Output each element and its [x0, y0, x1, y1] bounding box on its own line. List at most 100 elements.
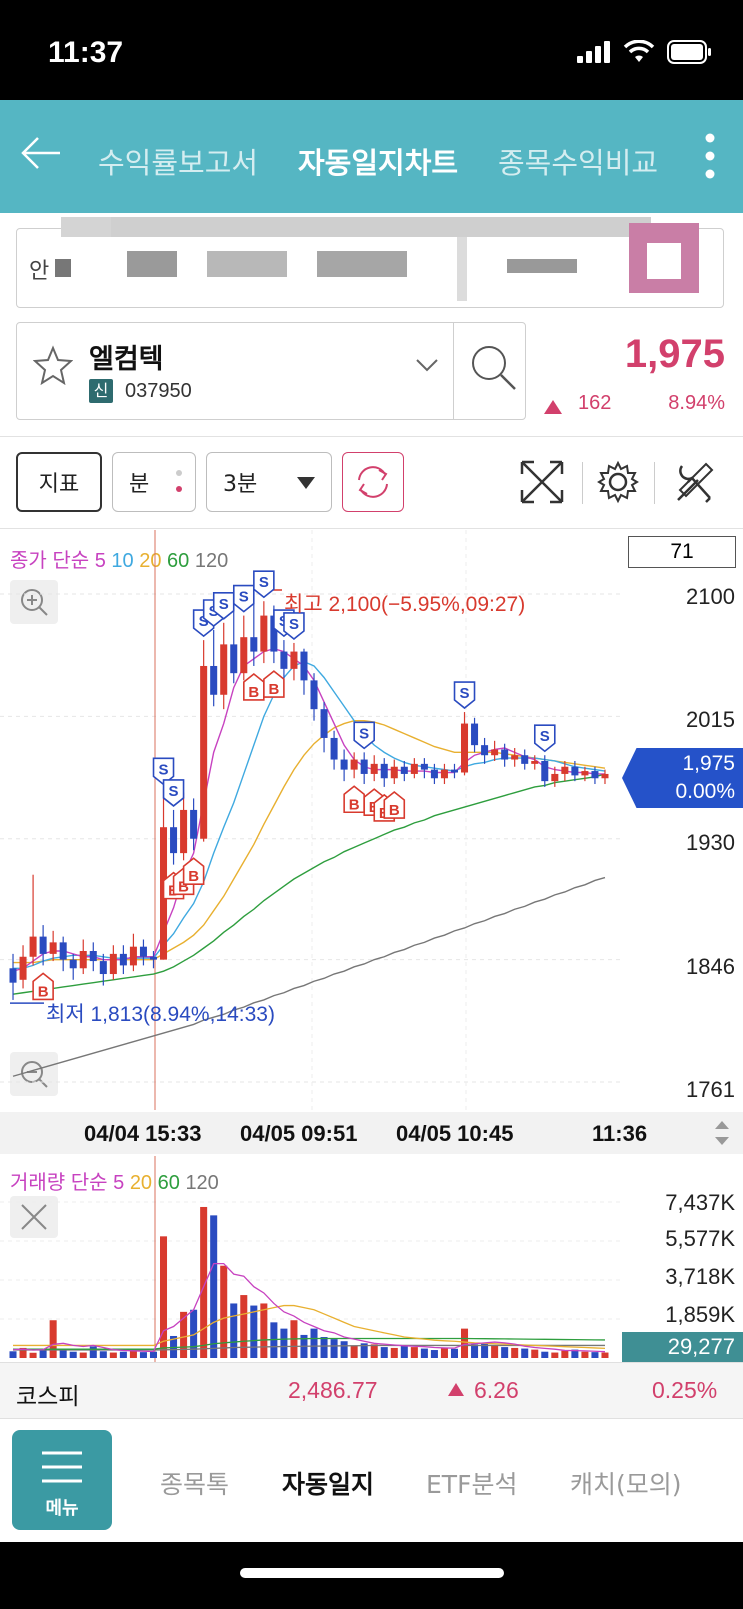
volume-bar — [471, 1344, 479, 1358]
buy-signal-marker: B — [32, 972, 54, 1000]
volume-bar — [430, 1350, 438, 1358]
low-annotation: 최저 1,813(8.94%,14:33) — [46, 1003, 275, 1026]
up-triangle-icon — [544, 400, 562, 414]
signal-label: S — [219, 596, 229, 613]
signal-label: S — [540, 728, 550, 745]
volume-bar — [531, 1349, 539, 1358]
candle — [89, 951, 97, 962]
tab-profit-report[interactable]: 수익률보고서 — [98, 140, 258, 182]
signal-label: S — [169, 783, 179, 800]
resize-updown-icon[interactable] — [712, 1118, 732, 1148]
redacted-block — [507, 259, 577, 273]
time-label: 04/04 15:33 — [84, 1121, 202, 1146]
signal-label: B — [389, 802, 400, 819]
candle — [370, 763, 378, 774]
refresh-button[interactable] — [342, 452, 404, 512]
volume-bar — [49, 1320, 57, 1358]
volume-bar — [280, 1328, 288, 1358]
volume-bar — [501, 1347, 509, 1358]
ma5-line — [12, 647, 605, 972]
candle — [320, 709, 328, 738]
volume-bar — [230, 1303, 238, 1358]
divider — [654, 462, 655, 504]
back-arrow-icon[interactable] — [20, 136, 62, 170]
candle — [390, 766, 398, 779]
candle — [430, 769, 438, 779]
current-price-tag: 1,975 0.00% — [622, 748, 743, 808]
stock-selector[interactable]: 엘컴텍 신 037950 — [16, 322, 526, 420]
ma10-line — [13, 660, 606, 969]
current-price-tag-pct: 0.00% — [675, 780, 735, 803]
account-selector[interactable]: 안 — [16, 217, 724, 308]
tools-icon[interactable] — [672, 460, 716, 504]
candle — [139, 946, 147, 957]
candle — [170, 827, 178, 854]
candle — [109, 953, 117, 975]
buy-signal-marker: B — [182, 857, 205, 885]
volume-bar — [370, 1344, 378, 1358]
volume-bar — [149, 1351, 157, 1358]
volume-tick-label: 5,577K — [665, 1226, 735, 1251]
search-icon[interactable] — [469, 343, 519, 393]
section-divider — [0, 436, 743, 437]
time-label: 04/05 10:45 — [396, 1121, 514, 1146]
nav-auto-journal[interactable]: 자동일지 — [282, 1465, 374, 1501]
sell-signal-marker: S — [453, 681, 476, 710]
vertical-dots-icon — [176, 470, 182, 492]
nav-etf-analysis[interactable]: ETF분석 — [426, 1465, 517, 1501]
redacted-block — [207, 251, 287, 277]
candle — [129, 946, 137, 966]
candle — [340, 759, 348, 770]
kospi-name: 코스피 — [16, 1383, 80, 1409]
candle — [471, 723, 479, 746]
candle — [420, 763, 428, 770]
fullscreen-expand-icon[interactable] — [520, 460, 564, 504]
candle — [410, 763, 418, 774]
current-price-tag-value: 1,975 — [682, 752, 735, 775]
kospi-change: 6.26 — [474, 1377, 519, 1403]
candle — [200, 665, 208, 839]
more-menu-icon[interactable] — [704, 132, 716, 180]
menu-button[interactable]: 메뉴 — [12, 1430, 112, 1530]
nav-stock-talk[interactable]: 종목톡 — [160, 1465, 229, 1501]
tab-stock-profit-compare[interactable]: 종목수익비교 — [498, 140, 658, 182]
volume-bar — [69, 1351, 77, 1358]
signal-label: B — [268, 681, 279, 698]
volume-bar — [340, 1341, 348, 1358]
candle — [551, 773, 559, 782]
indicator-button[interactable]: 지표 — [16, 452, 102, 512]
candle — [380, 763, 388, 779]
settings-gear-icon[interactable] — [596, 460, 640, 504]
time-axis[interactable]: 04/04 15:33 04/05 09:51 04/05 10:45 11:3… — [0, 1112, 743, 1154]
volume-bar — [420, 1348, 428, 1358]
candle — [501, 749, 509, 760]
divider — [453, 323, 454, 419]
volume-bar — [250, 1305, 258, 1358]
volume-tick-label: 1,859K — [665, 1302, 735, 1327]
volume-bar — [541, 1351, 549, 1358]
signal-label: S — [159, 761, 169, 778]
hamburger-menu-icon — [42, 1451, 82, 1483]
candle — [149, 956, 157, 960]
volume-bar — [551, 1352, 559, 1358]
chevron-down-icon[interactable] — [415, 357, 439, 373]
tab-auto-journal-chart[interactable]: 자동일지차트 — [298, 140, 458, 182]
volume-bar — [581, 1351, 589, 1358]
unit-selector[interactable]: 분 — [112, 452, 196, 512]
nav-catch-mock[interactable]: 캐치(모의) — [570, 1465, 682, 1501]
buy-signal-marker: B — [343, 785, 365, 813]
candle — [280, 651, 288, 669]
kospi-ticker[interactable]: 코스피 2,486.77 6.26 0.25% — [0, 1362, 743, 1418]
kospi-change-pct: 0.25% — [652, 1377, 718, 1403]
volume-bar — [29, 1352, 37, 1358]
time-label: 04/05 09:51 — [240, 1121, 358, 1146]
home-indicator[interactable] — [240, 1568, 504, 1578]
redacted-block — [317, 251, 407, 277]
volume-bar — [390, 1347, 398, 1358]
candle — [210, 665, 218, 695]
favorite-star-icon[interactable] — [33, 345, 73, 385]
interval-select[interactable]: 3분 — [206, 452, 332, 512]
signal-label: S — [359, 725, 369, 742]
signal-label: S — [259, 574, 269, 591]
volume-tick-label: 7,437K — [665, 1190, 735, 1215]
